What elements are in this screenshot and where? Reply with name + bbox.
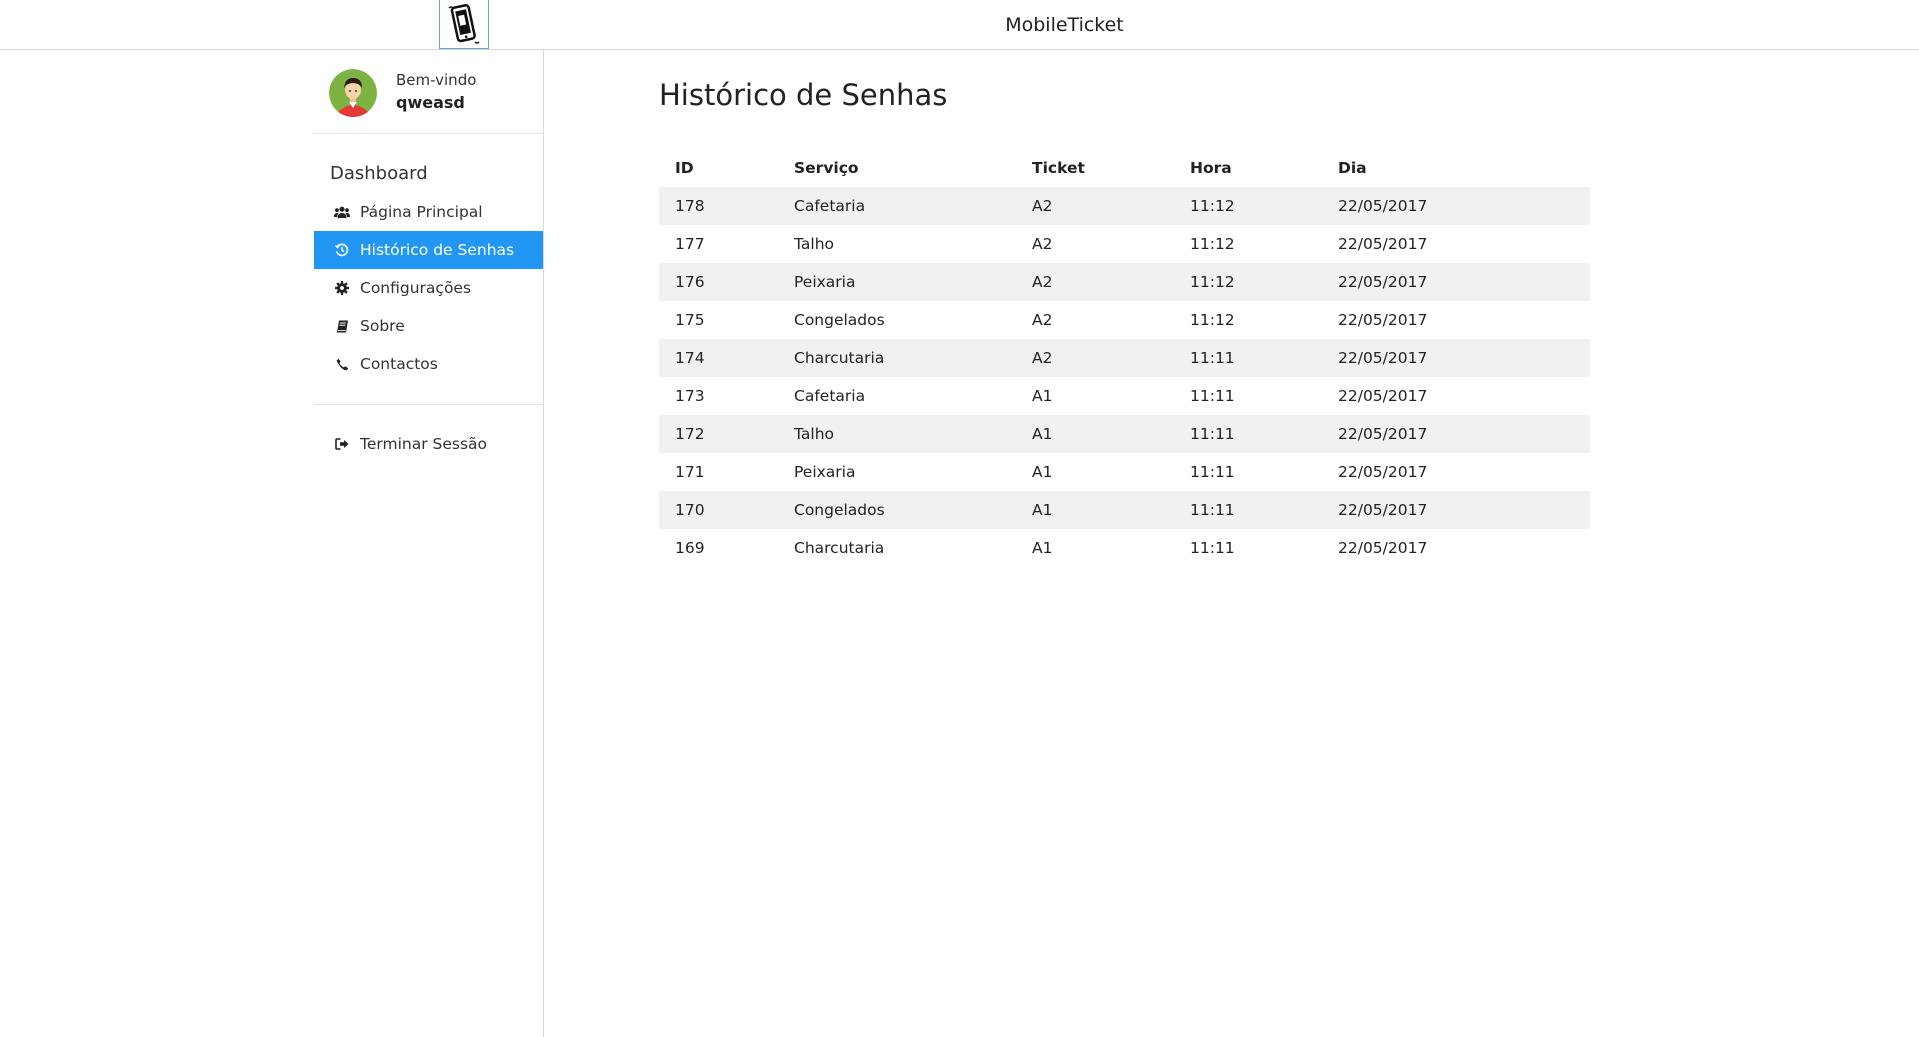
sidebar-item-label: Página Principal <box>360 203 483 221</box>
cell-id: 177 <box>675 235 705 253</box>
top-bar: MobileTicket <box>0 0 1919 50</box>
user-avatar-icon <box>329 69 377 117</box>
page-title: Histórico de Senhas <box>659 78 948 112</box>
sidebar-item-label: Contactos <box>360 355 438 373</box>
table-row: 174 Charcutaria A2 11:11 22/05/2017 <box>659 339 1590 377</box>
cell-dia: 22/05/2017 <box>1338 349 1428 367</box>
sidebar-item-label: Histórico de Senhas <box>360 241 515 259</box>
cell-dia: 22/05/2017 <box>1338 197 1428 215</box>
cell-ticket: A2 <box>1032 197 1053 215</box>
cell-ticket: A1 <box>1032 387 1053 405</box>
sidebar-item-historico-de-senhas[interactable]: Histórico de Senhas <box>314 231 543 269</box>
cell-hora: 11:11 <box>1190 539 1235 557</box>
sidebar-item-label: Sobre <box>360 317 405 335</box>
cell-servico: Peixaria <box>794 463 856 481</box>
table-row: 172 Talho A1 11:11 22/05/2017 <box>659 415 1590 453</box>
cell-ticket: A1 <box>1032 501 1053 519</box>
cell-dia: 22/05/2017 <box>1338 539 1428 557</box>
cell-servico: Charcutaria <box>794 349 885 367</box>
cell-ticket: A1 <box>1032 425 1053 443</box>
username: qweasd <box>396 93 465 112</box>
users-icon <box>332 204 352 220</box>
cell-servico: Cafetaria <box>794 387 866 405</box>
column-header-servico: Serviço <box>794 159 859 177</box>
phone-icon <box>332 356 352 372</box>
cell-id: 170 <box>675 501 705 519</box>
table-row: 169 Charcutaria A1 11:11 22/05/2017 <box>659 529 1590 567</box>
cell-id: 169 <box>675 539 705 557</box>
cell-id: 171 <box>675 463 705 481</box>
table-header-row: ID Serviço Ticket Hora Dia <box>659 149 1590 187</box>
cell-servico: Congelados <box>794 311 885 329</box>
cell-servico: Talho <box>794 235 835 253</box>
cell-dia: 22/05/2017 <box>1338 425 1428 443</box>
cell-dia: 22/05/2017 <box>1338 311 1428 329</box>
cell-id: 172 <box>675 425 705 443</box>
column-header-hora: Hora <box>1190 159 1232 177</box>
cell-dia: 22/05/2017 <box>1338 273 1428 291</box>
cell-hora: 11:11 <box>1190 501 1235 519</box>
cell-id: 173 <box>675 387 705 405</box>
cell-servico: Charcutaria <box>794 539 885 557</box>
table-row: 171 Peixaria A1 11:11 22/05/2017 <box>659 453 1590 491</box>
cell-id: 176 <box>675 273 705 291</box>
cell-servico: Peixaria <box>794 273 856 291</box>
cell-id: 178 <box>675 197 705 215</box>
cell-hora: 11:12 <box>1190 235 1235 253</box>
table-row: 178 Cafetaria A2 11:12 22/05/2017 <box>659 187 1590 225</box>
cell-dia: 22/05/2017 <box>1338 387 1428 405</box>
cell-servico: Cafetaria <box>794 197 866 215</box>
logout-button[interactable]: Terminar Sessão <box>314 425 543 463</box>
column-header-dia: Dia <box>1338 159 1367 177</box>
sign-out-icon <box>332 436 352 452</box>
cell-dia: 22/05/2017 <box>1338 501 1428 519</box>
cell-hora: 11:12 <box>1190 273 1235 291</box>
sidebar-nav: Página Principal Histórico de Senhas Con… <box>314 193 543 383</box>
sidebar-item-configuracoes[interactable]: Configurações <box>314 269 543 307</box>
cell-ticket: A2 <box>1032 235 1053 253</box>
welcome-label: Bem-vindo <box>396 71 477 89</box>
app-title: MobileTicket <box>1005 14 1124 36</box>
cell-ticket: A1 <box>1032 463 1053 481</box>
cell-ticket: A2 <box>1032 349 1053 367</box>
sidebar-item-pagina-principal[interactable]: Página Principal <box>314 193 543 231</box>
table-row: 177 Talho A2 11:12 22/05/2017 <box>659 225 1590 263</box>
cell-hora: 11:12 <box>1190 311 1235 329</box>
history-icon <box>332 242 352 258</box>
cell-id: 175 <box>675 311 705 329</box>
cell-ticket: A2 <box>1032 311 1053 329</box>
cell-hora: 11:11 <box>1190 463 1235 481</box>
avatar <box>329 69 377 117</box>
dashboard-section-title: Dashboard <box>330 163 428 184</box>
cell-dia: 22/05/2017 <box>1338 235 1428 253</box>
cell-hora: 11:11 <box>1190 349 1235 367</box>
sidebar-item-contactos[interactable]: Contactos <box>314 345 543 383</box>
logout-label: Terminar Sessão <box>360 435 488 453</box>
history-table: ID Serviço Ticket Hora Dia 178 Cafetaria… <box>659 149 1590 567</box>
cell-hora: 11:11 <box>1190 387 1235 405</box>
cell-ticket: A2 <box>1032 273 1053 291</box>
column-header-ticket: Ticket <box>1032 159 1085 177</box>
sidebar: Bem-vindo qweasd Dashboard Página Princi… <box>314 50 544 1037</box>
cell-ticket: A1 <box>1032 539 1053 557</box>
table-row: 173 Cafetaria A1 11:11 22/05/2017 <box>659 377 1590 415</box>
table-row: 170 Congelados A1 11:11 22/05/2017 <box>659 491 1590 529</box>
cell-id: 174 <box>675 349 705 367</box>
cell-hora: 11:11 <box>1190 425 1235 443</box>
cell-servico: Talho <box>794 425 835 443</box>
user-block: Bem-vindo qweasd <box>314 50 543 134</box>
table-row: 175 Congelados A2 11:12 22/05/2017 <box>659 301 1590 339</box>
table-row: 176 Peixaria A2 11:12 22/05/2017 <box>659 263 1590 301</box>
sidebar-item-sobre[interactable]: Sobre <box>314 307 543 345</box>
book-icon <box>332 318 352 334</box>
column-header-id: ID <box>675 159 694 177</box>
cell-dia: 22/05/2017 <box>1338 463 1428 481</box>
cell-servico: Congelados <box>794 501 885 519</box>
sidebar-item-label: Configurações <box>360 279 472 297</box>
sidebar-divider <box>314 404 543 405</box>
gear-icon <box>332 280 352 296</box>
cell-hora: 11:12 <box>1190 197 1235 215</box>
